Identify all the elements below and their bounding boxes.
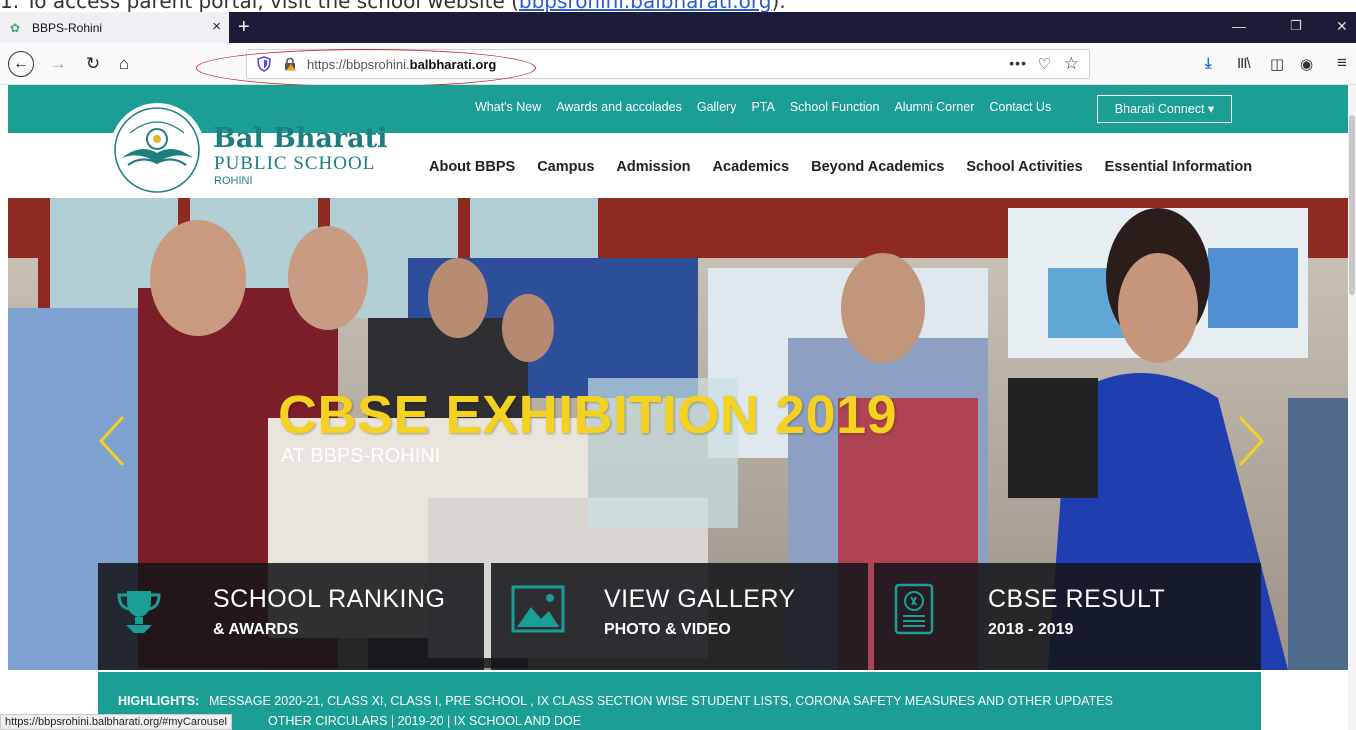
website-link[interactable]: bbpsrohini.balbharati.org: [519, 0, 772, 12]
nav-school-activities[interactable]: School Activities: [966, 159, 1082, 175]
back-arrow-icon[interactable]: ←: [8, 51, 34, 77]
url-annotation-ellipse: [196, 49, 536, 87]
page-scrollbar[interactable]: [1348, 85, 1356, 730]
hero-carousel[interactable]: CBSE EXHIBITION 2019 AT BBPS-ROHINI SCHO…: [8, 198, 1348, 670]
logo-city: ROHINI: [214, 175, 253, 187]
school-logo[interactable]: Bal Bharati PUBLIC SCHOOL ROHINI: [110, 103, 387, 198]
nav-campus[interactable]: Campus: [537, 159, 594, 175]
page-actions-icon[interactable]: •••: [1009, 55, 1027, 71]
main-navigation: About BBPS Campus Admission Academics Be…: [429, 159, 1274, 175]
website-content: What's New Awards and accolades Gallery …: [8, 85, 1348, 730]
bharati-connect-button[interactable]: Bharati Connect ▾: [1097, 95, 1232, 123]
top-nav-awards[interactable]: Awards and accolades: [556, 100, 682, 114]
gallery-subtitle: PHOTO & VIDEO: [604, 621, 731, 638]
highlights-ticker[interactable]: HIGHLIGHTS: MESSAGE 2020-21, CLASS XI, C…: [98, 672, 1261, 730]
logo-subtitle: PUBLIC SCHOOL: [214, 153, 376, 174]
bookmark-star-icon[interactable]: ☆: [1064, 54, 1079, 74]
hero-title: CBSE EXHIBITION 2019: [278, 385, 898, 445]
result-title: CBSE RESULT: [988, 585, 1166, 613]
result-subtitle: 2018 - 2019: [988, 621, 1074, 638]
minimize-icon[interactable]: —: [1232, 18, 1246, 34]
top-nav-school-function[interactable]: School Function: [790, 100, 880, 114]
highlights-text[interactable]: MESSAGE 2020-21, CLASS XI, CLASS I, PRE …: [209, 694, 1113, 708]
nav-essential-info[interactable]: Essential Information: [1105, 159, 1252, 175]
reload-icon[interactable]: ↻: [81, 52, 105, 76]
ranking-subtitle: & AWARDS: [213, 621, 299, 638]
emblem-icon: [114, 107, 200, 193]
logo-emblem: [110, 103, 205, 198]
hero-subtitle: AT BBPS-ROHINI: [281, 445, 441, 467]
status-bar-url: https://bbpsrohini.balbharati.org/#myCar…: [0, 714, 232, 730]
tab-close-icon[interactable]: ×: [212, 19, 221, 35]
document-instruction: 1. To access parent portal, visit the sc…: [0, 0, 786, 12]
carousel-prev-icon[interactable]: [93, 413, 131, 469]
instruction-text: 1. To access parent portal, visit the sc…: [0, 0, 519, 12]
school-ranking-card[interactable]: SCHOOL RANKING & AWARDS: [98, 563, 484, 670]
window-close-icon[interactable]: ✕: [1336, 18, 1348, 35]
ranking-title: SCHOOL RANKING: [213, 585, 446, 613]
pocket-icon[interactable]: ♡: [1038, 55, 1051, 73]
cbse-result-card[interactable]: CBSE RESULT 2018 - 2019: [874, 563, 1261, 670]
download-icon[interactable]: ⤓: [1205, 55, 1212, 72]
top-nav-gallery[interactable]: Gallery: [697, 100, 737, 114]
scrollbar-thumb[interactable]: [1349, 115, 1355, 295]
home-icon[interactable]: ⌂: [112, 52, 136, 76]
top-nav-pta[interactable]: PTA: [751, 100, 774, 114]
library-icon[interactable]: III\: [1237, 55, 1251, 72]
nav-about[interactable]: About BBPS: [429, 159, 515, 175]
sidebar-icon[interactable]: ◫: [1270, 55, 1284, 73]
browser-tab-bar: ✿ BBPS-Rohini × + — ❐ ✕: [0, 12, 1356, 43]
highlights-text-second-line[interactable]: OTHER CIRCULARS | 2019-20 | IX SCHOOL AN…: [268, 714, 581, 728]
top-nav-contact[interactable]: Contact Us: [989, 100, 1051, 114]
highlights-label: HIGHLIGHTS:: [118, 694, 200, 708]
logo-name: Bal Bharati: [213, 123, 388, 154]
nav-academics[interactable]: Academics: [713, 159, 790, 175]
result-document-icon: [894, 583, 934, 635]
document-text-strip: 1. To access parent portal, visit the sc…: [0, 0, 1356, 12]
nav-admission[interactable]: Admission: [616, 159, 690, 175]
trophy-icon: [117, 591, 161, 633]
carousel-next-icon[interactable]: [1232, 413, 1270, 469]
top-navigation: What's New Awards and accolades Gallery …: [475, 100, 1066, 114]
browser-tab[interactable]: ✿ BBPS-Rohini ×: [0, 12, 229, 43]
top-nav-alumni[interactable]: Alumni Corner: [894, 100, 974, 114]
view-gallery-card[interactable]: VIEW GALLERY PHOTO & VIDEO: [491, 563, 868, 670]
tab-title: BBPS-Rohini: [32, 20, 103, 35]
instruction-suffix: ).: [771, 0, 786, 12]
new-tab-icon[interactable]: +: [238, 16, 250, 38]
menu-icon[interactable]: ≡: [1337, 53, 1347, 73]
gallery-image-icon: [511, 585, 565, 633]
nav-beyond-academics[interactable]: Beyond Academics: [811, 159, 944, 175]
gallery-title: VIEW GALLERY: [604, 585, 796, 613]
restore-icon[interactable]: ❐: [1290, 18, 1302, 34]
school-favicon-icon: ✿: [10, 20, 21, 35]
forward-arrow-icon[interactable]: →: [46, 52, 70, 76]
account-icon[interactable]: ◉: [1300, 55, 1313, 73]
top-nav-whats-new[interactable]: What's New: [475, 100, 541, 114]
